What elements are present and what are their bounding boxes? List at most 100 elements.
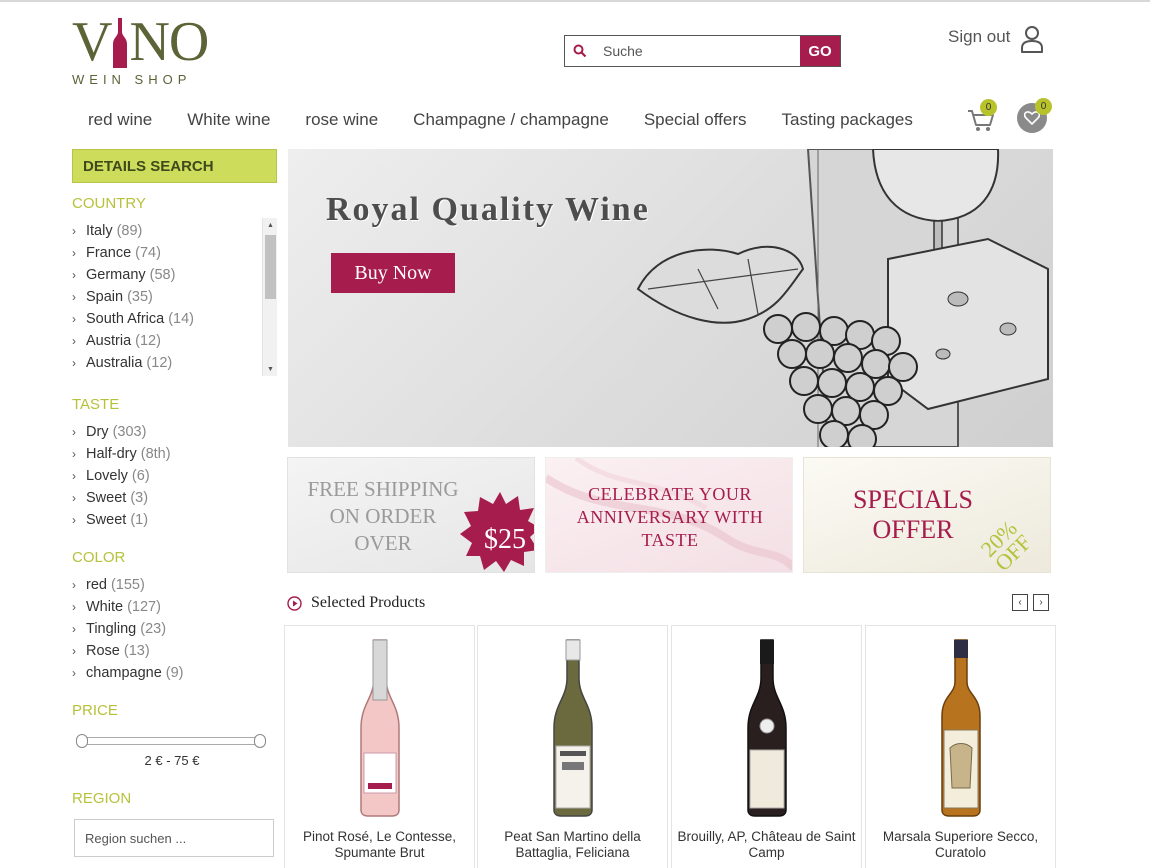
country-item[interactable]: › Australia (12)	[72, 352, 277, 374]
facet-label: red	[86, 577, 107, 593]
cart-button[interactable]: 0	[966, 99, 997, 134]
buy-now-button[interactable]: Buy Now	[331, 253, 455, 293]
filter-sidebar: DETAILS SEARCH COUNTRY › Italy (89) › Franc…	[72, 149, 277, 857]
chevron-right-icon: ›	[72, 622, 76, 636]
taste-item[interactable]: › Lovely (6)	[72, 465, 277, 487]
chevron-right-icon: ›	[72, 491, 76, 505]
facet-count: (35)	[127, 289, 153, 305]
chevron-right-icon: ›	[72, 334, 76, 348]
taste-item[interactable]: › Sweet (1)	[72, 509, 277, 531]
color-list: › red (155) › White (127) › Tingling (23) › Ros…	[72, 574, 277, 684]
chevron-right-icon: ›	[1039, 597, 1043, 608]
nav-tasting-packages[interactable]: Tasting packages	[782, 110, 913, 130]
site-logo[interactable]: V NO WEIN SHOP	[72, 14, 222, 94]
product-card[interactable]: Peat San Martino della Battaglia, Felici…	[477, 625, 668, 868]
facet-count: (12)	[135, 333, 161, 349]
shipping-line-1: FREE SHIPPING	[307, 477, 459, 501]
product-card[interactable]: Marsala Superiore Secco, Curatolo	[865, 625, 1056, 868]
nav-champagne[interactable]: Champagne / champagne	[413, 110, 609, 130]
product-name[interactable]: Brouilly, AP, Château de Saint Camp	[676, 829, 857, 861]
price-min-handle[interactable]	[76, 734, 88, 748]
facet-count: (12)	[146, 355, 173, 371]
color-item[interactable]: › Rose (13)	[72, 640, 277, 662]
cart-count-badge: 0	[980, 99, 997, 116]
scroll-up-arrow-icon[interactable]: ▲	[263, 218, 277, 232]
product-image[interactable]	[285, 638, 474, 818]
country-item[interactable]: › Spain (35)	[72, 286, 277, 308]
search-input[interactable]	[595, 36, 800, 66]
product-image[interactable]	[672, 638, 861, 818]
specials-offer-promo[interactable]: SPECIALS OFFER 20% OFF	[803, 457, 1051, 573]
nav-red-wine[interactable]: red wine	[88, 110, 152, 130]
nav-white-wine[interactable]: White wine	[187, 110, 270, 130]
anniversary-promo[interactable]: CELEBRATE YOUR ANNIVERSARY WITH TASTE	[545, 457, 793, 573]
price-max-handle[interactable]	[254, 734, 266, 748]
search-icon[interactable]	[565, 36, 595, 66]
logo-letters-no: NO	[129, 11, 209, 73]
product-card[interactable]: Pinot Rosé, Le Contesse, Spumante Brut	[284, 625, 475, 868]
chevron-right-icon: ›	[72, 644, 76, 658]
rose-bottle-image	[359, 639, 400, 817]
country-item[interactable]: › France (74)	[72, 242, 277, 264]
taste-item[interactable]: › Sweet (3)	[72, 487, 277, 509]
country-item[interactable]: › Germany (58)	[72, 264, 277, 286]
carousel-next-button[interactable]: ›	[1033, 594, 1049, 611]
selected-products-title: Selected Products	[311, 594, 426, 611]
taste-list: › Dry (303) › Half-dry (8th) › Lovely (6) › Swe…	[72, 421, 277, 531]
chevron-right-icon: ›	[72, 425, 76, 439]
facet-label: Lovely	[86, 468, 128, 484]
product-name[interactable]: Peat San Martino della Battaglia, Felici…	[482, 829, 663, 861]
anniversary-promo-text: CELEBRATE YOUR ANNIVERSARY WITH TASTE	[546, 483, 792, 552]
product-card[interactable]: Brouilly, AP, Château de Saint Camp	[671, 625, 862, 868]
country-item[interactable]: › Austria (12)	[72, 330, 277, 352]
facet-count: (9)	[165, 665, 184, 681]
signout-link[interactable]: Sign out	[948, 25, 1044, 53]
bottle-icon	[113, 18, 128, 68]
country-item[interactable]: › South Africa (14)	[72, 308, 277, 330]
region-search-input[interactable]	[74, 819, 274, 857]
top-border	[0, 0, 1150, 2]
chevron-right-icon: ›	[72, 356, 76, 370]
logo-wordmark: V NO	[72, 14, 222, 70]
play-circle-icon	[287, 595, 302, 611]
country-scrollbar[interactable]: ▲ ▼	[262, 218, 277, 376]
hero-banner: Royal Quality Wine Buy Now	[288, 149, 1053, 447]
product-image[interactable]	[478, 638, 667, 818]
facet-label: champagne	[86, 665, 162, 681]
product-image[interactable]	[866, 638, 1055, 818]
search-go-button[interactable]: GO	[800, 36, 840, 66]
country-item[interactable]: › Italy (89)	[72, 220, 277, 242]
carousel-prev-button[interactable]: ‹	[1012, 594, 1028, 611]
red-wine-bottle-image	[746, 639, 787, 817]
facet-label: Sweet	[86, 490, 127, 506]
facet-label: Italy	[86, 223, 113, 239]
shipping-line-2: ON ORDER	[329, 504, 437, 528]
scroll-thumb[interactable]	[265, 235, 276, 299]
chevron-right-icon: ›	[72, 469, 76, 483]
chevron-right-icon: ›	[72, 666, 76, 680]
price-range-slider[interactable]	[76, 734, 266, 748]
free-shipping-promo[interactable]: FREE SHIPPING ON ORDER OVER $25	[287, 457, 535, 573]
scroll-down-arrow-icon[interactable]: ▼	[263, 362, 277, 376]
color-item[interactable]: › champagne (9)	[72, 662, 277, 684]
facet-label: Half-dry	[86, 446, 137, 462]
price-range-text: 2 € - 75 €	[144, 753, 200, 768]
taste-item[interactable]: › Half-dry (8th)	[72, 443, 277, 465]
nav-special-offers[interactable]: Special offers	[644, 110, 747, 130]
wishlist-button[interactable]: 0	[1017, 98, 1052, 133]
country-facet-title: COUNTRY	[72, 195, 146, 212]
country-scroll-box: › Italy (89) › France (74) › Germany (58) › Spa…	[72, 218, 277, 376]
nav-rose-wine[interactable]: rose wine	[305, 110, 378, 130]
facet-label: Australia	[86, 355, 143, 371]
facet-label: Sweet	[86, 512, 127, 528]
shipping-promo-text: FREE SHIPPING ON ORDER OVER	[298, 476, 468, 557]
color-item[interactable]: › White (127)	[72, 596, 277, 618]
chevron-right-icon: ›	[72, 600, 76, 614]
product-name[interactable]: Marsala Superiore Secco, Curatolo	[870, 829, 1051, 861]
main-nav: red wine White wine rose wine Champagne …	[88, 110, 948, 130]
product-name[interactable]: Pinot Rosé, Le Contesse, Spumante Brut	[289, 829, 470, 861]
taste-item[interactable]: › Dry (303)	[72, 421, 277, 443]
color-item[interactable]: › red (155)	[72, 574, 277, 596]
white-wine-bottle-image	[552, 639, 593, 817]
color-item[interactable]: › Tingling (23)	[72, 618, 277, 640]
